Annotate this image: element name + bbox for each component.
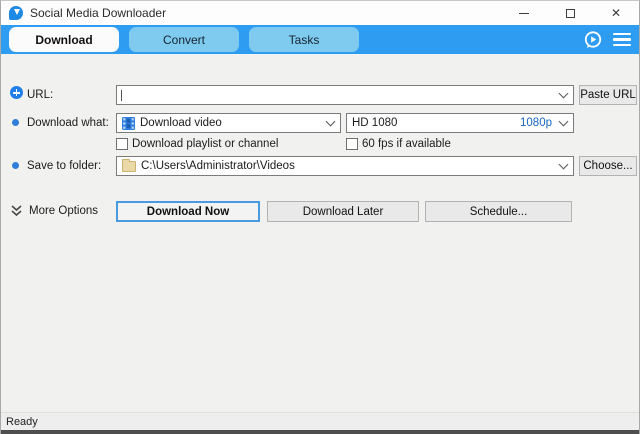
tab-convert[interactable]: Convert — [129, 27, 239, 52]
add-url-icon — [10, 86, 23, 99]
download-later-button[interactable]: Download Later — [267, 201, 419, 222]
double-chevron-down-icon[interactable] — [10, 204, 23, 218]
url-input[interactable] — [116, 85, 574, 105]
tab-convert-label: Convert — [162, 32, 206, 47]
menu-hamburger-icon[interactable] — [613, 32, 631, 47]
more-options-toggle[interactable]: More Options — [29, 205, 98, 217]
tab-download[interactable]: Download — [9, 27, 119, 52]
choose-folder-label: Choose... — [583, 160, 633, 172]
app-window: Social Media Downloader ✕ Download Conve… — [0, 0, 640, 434]
tab-download-label: Download — [35, 32, 93, 47]
minimize-icon — [519, 12, 529, 14]
quality-badge: 1080p — [520, 117, 552, 129]
maximize-icon — [565, 8, 575, 18]
url-label: URL: — [27, 89, 54, 101]
chevron-down-icon[interactable] — [325, 116, 336, 127]
download-what-label: Download what: — [27, 117, 109, 129]
save-folder-select[interactable]: C:\Users\Administrator\Videos — [116, 156, 574, 176]
download-what-value: Download video — [140, 117, 222, 129]
download-now-button[interactable]: Download Now — [116, 201, 260, 222]
status-text: Ready — [6, 415, 38, 428]
fps-checkbox[interactable] — [346, 138, 358, 150]
paste-url-label: Paste URL — [580, 89, 636, 101]
save-to-label: Save to folder: — [27, 160, 102, 172]
download-now-label: Download Now — [146, 205, 230, 218]
tab-bar: Download Convert Tasks — [1, 25, 639, 54]
schedule-button[interactable]: Schedule... — [425, 201, 572, 222]
feedback-bubble-play-icon[interactable] — [582, 29, 604, 51]
bullet-icon — [12, 119, 19, 126]
status-bar: Ready — [1, 412, 639, 430]
playlist-checkbox[interactable] — [116, 138, 128, 150]
window-controls: ✕ — [501, 1, 639, 25]
chevron-down-icon[interactable] — [558, 88, 569, 99]
title-bar: Social Media Downloader ✕ — [1, 1, 639, 25]
minimize-button[interactable] — [501, 1, 547, 25]
chevron-down-icon[interactable] — [558, 116, 569, 127]
download-later-label: Download Later — [302, 205, 384, 218]
quality-name: HD 1080 — [352, 117, 398, 129]
download-what-select[interactable]: Download video — [116, 113, 341, 133]
paste-url-button[interactable]: Paste URL — [579, 85, 637, 105]
maximize-button[interactable] — [547, 1, 593, 25]
schedule-label: Schedule... — [469, 205, 528, 218]
bullet-icon — [12, 162, 19, 169]
choose-folder-button[interactable]: Choose... — [579, 156, 637, 176]
tab-tasks-label: Tasks — [288, 32, 320, 47]
window-title: Social Media Downloader — [30, 6, 167, 20]
window-bottom-border — [1, 430, 639, 434]
app-logo-icon — [9, 6, 23, 20]
download-panel: URL: Paste URL Download what: Download v… — [1, 54, 639, 412]
tab-tasks[interactable]: Tasks — [249, 27, 359, 52]
text-caret — [121, 90, 122, 101]
video-film-icon — [122, 116, 135, 130]
close-icon: ✕ — [610, 6, 622, 20]
playlist-checkbox-label: Download playlist or channel — [132, 138, 279, 150]
chevron-down-icon[interactable] — [558, 159, 569, 170]
close-button[interactable]: ✕ — [593, 1, 639, 25]
fps-checkbox-label: 60 fps if available — [362, 138, 451, 150]
quality-select[interactable]: HD 1080 1080p — [346, 113, 574, 133]
save-folder-value: C:\Users\Administrator\Videos — [141, 160, 295, 172]
folder-icon — [122, 158, 136, 172]
